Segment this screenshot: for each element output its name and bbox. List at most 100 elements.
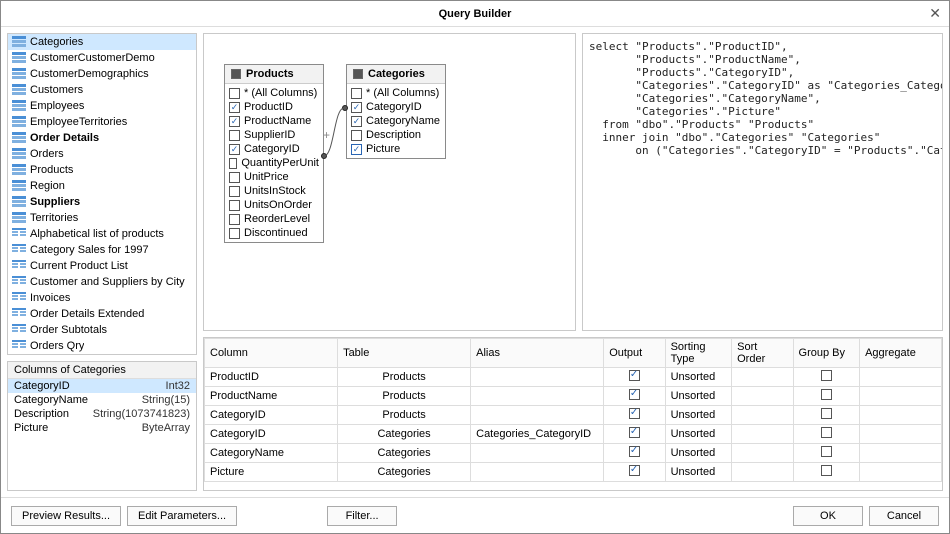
- field-checkbox[interactable]: [229, 116, 240, 127]
- field-checkbox[interactable]: [229, 158, 237, 169]
- grid-cell-table[interactable]: Categories: [338, 425, 471, 444]
- table-item[interactable]: Customers: [8, 82, 196, 98]
- grid-cell-column[interactable]: CategoryID: [205, 406, 338, 425]
- grid-cell-alias[interactable]: [471, 444, 604, 463]
- diagram-node[interactable]: Products* (All Columns)ProductIDProductN…: [224, 64, 324, 243]
- table-item[interactable]: CustomerDemographics: [8, 66, 196, 82]
- table-item[interactable]: Order Details: [8, 130, 196, 146]
- diagram-panel[interactable]: Products* (All Columns)ProductIDProductN…: [203, 33, 576, 331]
- output-checkbox[interactable]: [629, 408, 640, 419]
- grid-header[interactable]: Column: [205, 339, 338, 368]
- grid-cell-aggregate[interactable]: [860, 463, 942, 482]
- grid-cell-sorting[interactable]: Unsorted: [665, 406, 732, 425]
- grid-cell-alias[interactable]: Categories_CategoryID: [471, 425, 604, 444]
- field-row[interactable]: ProductName: [229, 114, 319, 128]
- close-icon[interactable]: ✕: [929, 5, 941, 22]
- grid-cell-aggregate[interactable]: [860, 444, 942, 463]
- grid-cell-table[interactable]: Products: [338, 406, 471, 425]
- grid-cell-groupby[interactable]: [793, 425, 860, 444]
- grid-cell-sortorder[interactable]: [732, 425, 793, 444]
- field-checkbox[interactable]: [229, 214, 240, 225]
- grid-cell-sorting[interactable]: Unsorted: [665, 368, 732, 387]
- table-item[interactable]: Suppliers: [8, 194, 196, 210]
- ok-button[interactable]: OK: [793, 506, 863, 526]
- grid-cell-output[interactable]: [604, 387, 665, 406]
- column-row[interactable]: CategoryIDInt32: [8, 379, 196, 393]
- grid-panel[interactable]: ColumnTableAliasOutputSorting TypeSort O…: [203, 337, 943, 491]
- table-item[interactable]: Alphabetical list of products: [8, 226, 196, 242]
- filter-button[interactable]: Filter...: [327, 506, 397, 526]
- grid-cell-aggregate[interactable]: [860, 425, 942, 444]
- field-row[interactable]: Discontinued: [229, 226, 319, 240]
- field-checkbox[interactable]: [229, 102, 240, 113]
- grid-cell-alias[interactable]: [471, 368, 604, 387]
- node-selector-icon[interactable]: [231, 69, 241, 79]
- grid-cell-table[interactable]: Categories: [338, 463, 471, 482]
- table-item[interactable]: Customer and Suppliers by City: [8, 274, 196, 290]
- groupby-checkbox[interactable]: [821, 408, 832, 419]
- grid-row[interactable]: CategoryIDProducts Unsorted: [205, 406, 942, 425]
- grid-cell-output[interactable]: [604, 463, 665, 482]
- table-item[interactable]: CustomerCustomerDemo: [8, 50, 196, 66]
- field-checkbox[interactable]: [351, 130, 362, 141]
- field-row[interactable]: Description: [351, 128, 441, 142]
- grid-row[interactable]: CategoryIDCategoriesCategories_CategoryI…: [205, 425, 942, 444]
- table-item[interactable]: Current Product List: [8, 258, 196, 274]
- grid-cell-alias[interactable]: [471, 406, 604, 425]
- table-item[interactable]: EmployeeTerritories: [8, 114, 196, 130]
- table-item[interactable]: Categories: [8, 34, 196, 50]
- grid-cell-alias[interactable]: [471, 387, 604, 406]
- grid-header[interactable]: Aggregate: [860, 339, 942, 368]
- field-row[interactable]: ReorderLevel: [229, 212, 319, 226]
- grid-cell-output[interactable]: [604, 425, 665, 444]
- preview-results-button[interactable]: Preview Results...: [11, 506, 121, 526]
- table-item[interactable]: Order Details Extended: [8, 306, 196, 322]
- field-row[interactable]: ProductID: [229, 100, 319, 114]
- column-row[interactable]: PictureByteArray: [8, 421, 196, 435]
- table-item[interactable]: Products: [8, 162, 196, 178]
- grid-cell-column[interactable]: ProductName: [205, 387, 338, 406]
- field-row[interactable]: CategoryID: [229, 142, 319, 156]
- grid-header[interactable]: Sort Order: [732, 339, 793, 368]
- field-row[interactable]: SupplierID+: [229, 128, 319, 142]
- column-row[interactable]: DescriptionString(1073741823): [8, 407, 196, 421]
- field-checkbox[interactable]: [351, 88, 362, 99]
- field-row[interactable]: UnitsInStock: [229, 184, 319, 198]
- node-header[interactable]: Categories: [347, 65, 445, 84]
- field-checkbox[interactable]: [229, 228, 240, 239]
- groupby-checkbox[interactable]: [821, 427, 832, 438]
- table-item[interactable]: Employees: [8, 98, 196, 114]
- field-row[interactable]: QuantityPerUnit: [229, 156, 319, 170]
- grid-header[interactable]: Table: [338, 339, 471, 368]
- table-item[interactable]: Orders: [8, 146, 196, 162]
- query-grid[interactable]: ColumnTableAliasOutputSorting TypeSort O…: [204, 338, 942, 482]
- field-row[interactable]: * (All Columns): [351, 86, 441, 100]
- grid-cell-output[interactable]: [604, 406, 665, 425]
- grid-cell-column[interactable]: CategoryName: [205, 444, 338, 463]
- grid-cell-aggregate[interactable]: [860, 387, 942, 406]
- columns-list[interactable]: CategoryIDInt32CategoryNameString(15)Des…: [8, 379, 196, 435]
- field-checkbox[interactable]: [351, 144, 362, 155]
- grid-cell-groupby[interactable]: [793, 406, 860, 425]
- table-item[interactable]: Territories: [8, 210, 196, 226]
- grid-row[interactable]: ProductIDProductsUnsorted: [205, 368, 942, 387]
- grid-cell-sortorder[interactable]: [732, 463, 793, 482]
- tables-list[interactable]: CategoriesCustomerCustomerDemoCustomerDe…: [8, 34, 196, 352]
- groupby-checkbox[interactable]: [821, 446, 832, 457]
- field-checkbox[interactable]: [351, 116, 362, 127]
- node-selector-icon[interactable]: [353, 69, 363, 79]
- grid-cell-sorting[interactable]: Unsorted: [665, 463, 732, 482]
- table-item[interactable]: Category Sales for 1997: [8, 242, 196, 258]
- grid-header[interactable]: Group By: [793, 339, 860, 368]
- grid-cell-groupby[interactable]: [793, 368, 860, 387]
- field-row[interactable]: * (All Columns): [229, 86, 319, 100]
- grid-cell-alias[interactable]: [471, 463, 604, 482]
- field-checkbox[interactable]: [229, 172, 240, 183]
- field-row[interactable]: UnitPrice: [229, 170, 319, 184]
- grid-cell-column[interactable]: Picture: [205, 463, 338, 482]
- output-checkbox[interactable]: [629, 446, 640, 457]
- field-checkbox[interactable]: [229, 144, 240, 155]
- groupby-checkbox[interactable]: [821, 465, 832, 476]
- grid-cell-column[interactable]: ProductID: [205, 368, 338, 387]
- field-row[interactable]: UnitsOnOrder: [229, 198, 319, 212]
